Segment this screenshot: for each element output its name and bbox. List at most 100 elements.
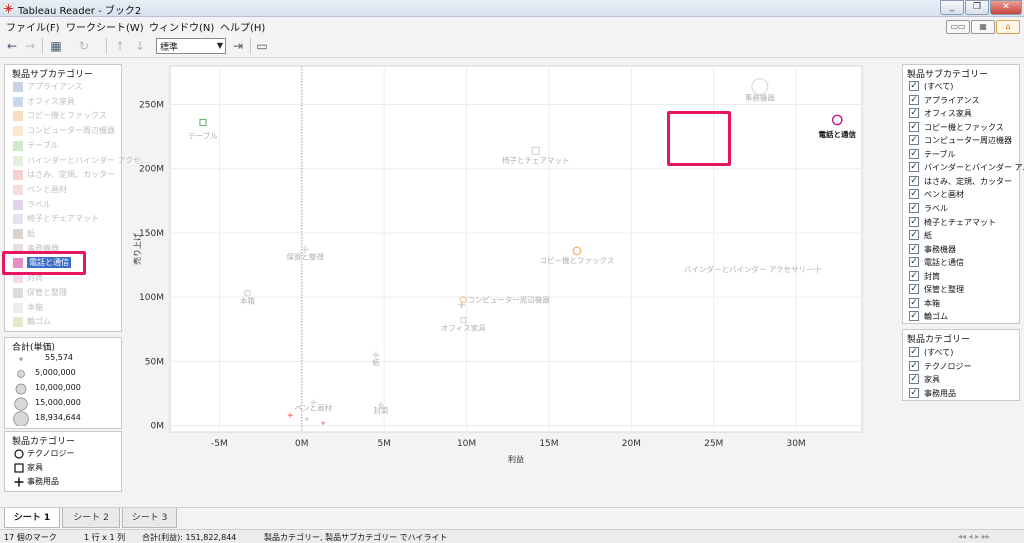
color-legend-label: ペンと画材 (27, 184, 67, 194)
tableau-icon (3, 3, 14, 14)
presentation-icon[interactable]: ▭ (254, 38, 270, 54)
checkbox-checked-icon[interactable]: ✓ (909, 297, 919, 308)
shape-legend-label: 事務用品 (27, 477, 59, 486)
size-circle-icon (17, 370, 25, 378)
x-tick-label: 20M (622, 439, 641, 449)
sort-ascending-icon[interactable]: ↑ (112, 38, 128, 54)
y-tick-label: 50M (145, 357, 164, 367)
plot-area[interactable] (169, 65, 863, 433)
sheet-nav-icons[interactable]: ◂◂ ◂ ▸ ▸▸ (958, 532, 990, 541)
sort-descending-icon[interactable]: ↓ (132, 38, 148, 54)
status-bar: 17 個のマーク 1 行 x 1 列 合計(利益): 151,822,844 製… (0, 529, 1024, 543)
close-button[interactable]: ✕ (990, 0, 1022, 15)
data-source-icon[interactable]: ▦ (48, 38, 64, 54)
tab-sheet-3[interactable]: シート 3 (122, 508, 177, 528)
tab-sheet-2[interactable]: シート 2 (62, 508, 120, 528)
title-bar: Tableau Reader - ブック2 _ ❐ ✕ (0, 0, 1024, 17)
checkbox-checked-icon[interactable]: ✓ (909, 94, 919, 105)
checkbox-checked-icon[interactable]: ✓ (909, 270, 919, 281)
category-filter-title: 製品カテゴリー (907, 335, 971, 345)
view-home-button[interactable]: ⌂ (996, 20, 1020, 34)
filter-item-label: バインダーとバインダー ア... (924, 163, 1024, 173)
filter-item-label: 事務機器 (924, 244, 956, 254)
checkbox-checked-icon[interactable]: ✓ (909, 243, 919, 254)
filter-item-label: コピー機とファックス (924, 122, 1004, 132)
checkbox-checked-icon[interactable]: ✓ (909, 374, 919, 384)
checkbox-checked-icon[interactable]: ✓ (909, 230, 919, 241)
subcategory-filter-title: 製品サブカテゴリー (907, 70, 989, 80)
size-circle-icon (15, 383, 27, 395)
x-tick-label: 5M (377, 439, 391, 449)
highlight-annotation-legend (2, 251, 86, 275)
data-point-label: 保管と整理 (286, 252, 324, 262)
filter-item-label: (すべて) (924, 82, 954, 91)
fix-axes-icon[interactable]: ⇥ (230, 38, 246, 54)
checkbox-checked-icon[interactable]: ✓ (909, 216, 919, 227)
filter-item-label: アプライアンス (924, 95, 980, 105)
size-legend-label: 5,000,000 (35, 368, 76, 377)
checkbox-checked-icon[interactable]: ✓ (909, 108, 919, 119)
subcategory-filter-panel: 製品サブカテゴリー ✓ (すべて) ✓ アプライアンス ✓ オフィス家具 ✓ コピー機とファッ… (902, 64, 1024, 324)
view-grid-button[interactable]: ▦ (971, 20, 995, 34)
checkbox-checked-icon[interactable]: ✓ (909, 347, 919, 357)
tab-sheet-1[interactable]: シート 1 (4, 508, 60, 528)
filter-item-label: ラベル (924, 203, 948, 213)
checkbox-checked-icon[interactable]: ✓ (909, 81, 919, 91)
checkbox-checked-icon[interactable]: ✓ (909, 387, 919, 398)
size-circle-icon (13, 411, 29, 426)
filter-item-label: 紙 (924, 231, 932, 241)
checkbox-checked-icon[interactable]: ✓ (909, 284, 919, 295)
category-filter-panel: 製品カテゴリー ✓ (すべて) ✓ テクノロジー ✓ 家具 ✓ 事務用品 (902, 329, 1020, 401)
color-swatch (13, 199, 23, 210)
checkbox-checked-icon[interactable]: ✓ (909, 257, 919, 268)
filter-item-label: (すべて) (924, 348, 954, 357)
checkbox-checked-icon[interactable]: ✓ (909, 189, 919, 200)
checkbox-checked-icon[interactable]: ✓ (909, 148, 919, 159)
fit-select[interactable]: 標準 ▼ (156, 38, 226, 54)
checkbox-checked-icon[interactable]: ✓ (909, 202, 919, 213)
data-point-label: コンピューター周辺機器 (467, 295, 550, 305)
data-point-label: コピー機とファックス (540, 255, 615, 265)
data-point-label: バインダーとバインダー アクセサリー (684, 264, 814, 274)
menu-help[interactable]: ヘルプ(H) (220, 19, 265, 34)
back-arrow-icon[interactable]: ← (4, 38, 20, 54)
y-tick-label: 150M (139, 229, 164, 239)
menu-bar: ファイル(F) ワークシート(W) ウィンドウ(N) ヘルプ(H) (0, 17, 1024, 34)
color-legend-title: 製品サブカテゴリー (12, 70, 94, 80)
checkbox-checked-icon[interactable]: ✓ (909, 162, 919, 173)
size-circle-icon (19, 357, 23, 361)
data-point-label: テーブル (188, 131, 218, 141)
x-tick-label: 15M (539, 439, 558, 449)
checkbox-checked-icon[interactable]: ✓ (909, 311, 919, 322)
minimize-button[interactable]: _ (940, 0, 964, 15)
maximize-button[interactable]: ❐ (965, 0, 989, 15)
y-tick-label: 0M (151, 422, 165, 432)
size-legend-label: 55,574 (45, 353, 73, 362)
data-point-label: ペンと画材 (295, 402, 333, 412)
square-shape-icon (14, 463, 24, 473)
menu-window[interactable]: ウィンドウ(N) (149, 19, 214, 34)
status-marks: 17 個のマーク (4, 533, 57, 542)
color-swatch (13, 229, 23, 239)
checkbox-checked-icon[interactable]: ✓ (909, 121, 919, 132)
checkbox-checked-icon[interactable]: ✓ (909, 175, 919, 186)
filter-item-label: 電話と通信 (924, 258, 964, 268)
view-cards-button[interactable]: ▭▭ (946, 20, 970, 34)
forward-arrow-icon[interactable]: → (22, 38, 38, 54)
filter-item-label: 本箱 (924, 298, 940, 308)
x-tick-label: 30M (786, 439, 805, 449)
color-legend-label: コピー機とファックス (27, 111, 107, 121)
shape-legend-label: テクノロジー (27, 449, 75, 458)
shape-legend-panel: 製品カテゴリー テクノロジー 家具 事務用品 (4, 431, 122, 492)
menu-worksheet[interactable]: ワークシート(W) (66, 19, 144, 34)
x-axis-label: 利益 (508, 454, 524, 464)
y-axis-label: 売り上げ (132, 233, 142, 265)
checkbox-checked-icon[interactable]: ✓ (909, 360, 919, 371)
x-tick-label: 25M (704, 439, 723, 449)
refresh-icon[interactable]: ↻ (76, 38, 92, 54)
size-legend-label: 15,000,000 (35, 398, 81, 407)
checkbox-checked-icon[interactable]: ✓ (909, 135, 919, 146)
data-point-label: 本箱 (240, 295, 255, 305)
menu-file[interactable]: ファイル(F) (6, 19, 60, 34)
color-legend-label: はさみ、定規、カッター (27, 170, 115, 180)
